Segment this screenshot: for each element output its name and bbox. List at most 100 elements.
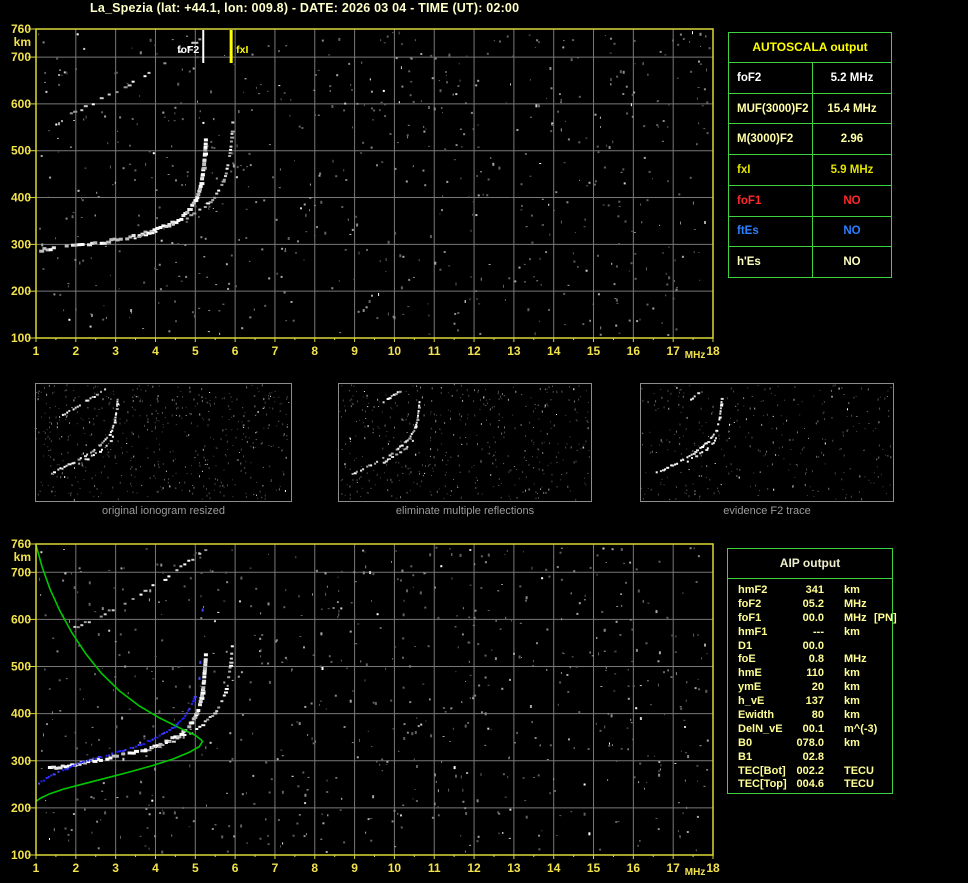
aip-row-value: 05.2	[802, 597, 824, 610]
aip-row-value: 02.8	[802, 750, 824, 763]
electron-density-profile-curve	[35, 544, 204, 802]
noise-layer	[38, 31, 711, 336]
aip-row-spacer	[824, 667, 844, 681]
aip-row-label: foF1	[738, 611, 762, 624]
aip-row-unit: TECU	[844, 778, 874, 791]
aip-row-value: ---	[813, 625, 824, 638]
svg-text:400: 400	[11, 191, 31, 205]
aip-row-label: hmE	[738, 667, 762, 680]
aip-row-note	[874, 667, 892, 681]
aip-row-spacer	[824, 737, 844, 751]
svg-text:17: 17	[666, 861, 680, 875]
autoscala-row-value: 5.9 MHz	[830, 164, 874, 177]
aip-row-unit: km	[844, 709, 860, 722]
aip-row-label: TEC[Bot]	[738, 764, 786, 777]
autoscala-row-label: foF2	[729, 63, 813, 93]
aip-row: B1 02.8	[738, 751, 892, 765]
aip-output-table: AIP output hmF2 341 km foF2 05.2 MHz foF1 00.0 M…	[727, 548, 897, 794]
aip-row: ymE 20 km	[738, 681, 892, 695]
autoscala-row-label: fxI	[729, 155, 813, 185]
aip-row-unit: km	[844, 695, 860, 708]
panel-eliminate-reflections-image	[339, 384, 590, 501]
svg-text:600: 600	[11, 97, 31, 111]
aip-row: foF2 05.2 MHz	[738, 598, 892, 612]
svg-text:13: 13	[507, 861, 521, 875]
aip-row: DelN_vE 00.1 m^(-3)	[738, 723, 892, 737]
svg-text:200: 200	[11, 284, 31, 298]
panel-evidence-f2-trace	[640, 383, 894, 502]
aip-row-label: B1	[738, 750, 753, 763]
svg-text:100: 100	[11, 331, 31, 345]
svg-text:10: 10	[388, 344, 402, 358]
bottom-ionogram-plot: 760700600500400300200100km1 2 3 4 5 6 7 8 9 10 11 1…	[11, 537, 720, 878]
svg-text:14: 14	[547, 861, 561, 875]
aip-row-label: Ewidth	[738, 709, 775, 722]
aip-row-value: 002.2	[796, 764, 824, 777]
aip-row: hmF2 341 km	[738, 584, 892, 598]
svg-text:3: 3	[112, 861, 119, 875]
autoscala-row: h'Es NO	[729, 247, 891, 278]
svg-text:foF2: foF2	[177, 44, 199, 56]
aip-row: Ewidth 80 km	[738, 709, 892, 723]
aip-row-spacer	[824, 751, 844, 765]
aip-row-unit: km	[844, 667, 860, 680]
svg-text:100: 100	[11, 848, 31, 862]
aip-row: h_vE 137 km	[738, 695, 892, 709]
svg-text:4: 4	[152, 861, 159, 875]
aip-row-note	[874, 681, 892, 695]
aip-row-unit: TECU	[844, 764, 874, 777]
aip-row-spacer	[824, 626, 844, 640]
svg-text:16: 16	[627, 344, 641, 358]
aip-row-label: h_vE	[738, 695, 765, 708]
panel-noise-layer	[36, 384, 290, 501]
svg-text:9: 9	[351, 344, 358, 358]
svg-text:500: 500	[11, 660, 31, 674]
aip-row-value: 137	[805, 695, 824, 708]
svg-text:760: 760	[11, 537, 31, 551]
aip-row-spacer	[824, 723, 844, 737]
svg-text:300: 300	[11, 237, 31, 251]
aip-row-note	[874, 751, 892, 765]
aip-row-unit: MHz	[844, 653, 867, 666]
aip-row-unit: km	[844, 584, 860, 596]
aip-row-unit: km	[844, 625, 860, 638]
svg-text:MHz: MHz	[685, 867, 706, 878]
aip-row-label: TEC[Top]	[738, 778, 787, 791]
autoscala-row-label: M(3000)F2	[729, 124, 813, 155]
svg-text:15: 15	[587, 344, 601, 358]
svg-text:1: 1	[33, 861, 40, 875]
aip-row-spacer	[824, 778, 844, 792]
svg-text:km: km	[14, 35, 31, 49]
autoscala-row-label: h'Es	[729, 247, 813, 278]
svg-text:5: 5	[192, 344, 199, 358]
autoscala-row-value: NO	[843, 256, 861, 269]
echo-trace-layer	[39, 38, 235, 253]
svg-text:16: 16	[627, 861, 641, 875]
aip-row-note	[874, 765, 892, 779]
autoscala-row-value: 2.96	[840, 133, 864, 146]
aip-row-value: 004.6	[796, 778, 824, 791]
aip-row-unit: km	[844, 736, 860, 749]
svg-text:4: 4	[152, 344, 159, 358]
aip-row-spacer	[824, 598, 844, 612]
aip-row-spacer	[824, 584, 844, 598]
autoscala-row: fxI 5.9 MHz	[729, 155, 891, 186]
aip-row: TEC[Bot] 002.2 TECU	[738, 765, 892, 779]
svg-text:9: 9	[351, 861, 358, 875]
aip-row-spacer	[824, 612, 844, 626]
panel-trace-layer	[351, 390, 421, 475]
aip-row-note	[874, 778, 892, 792]
svg-text:MHz: MHz	[685, 350, 706, 361]
svg-text:fxI: fxI	[236, 44, 248, 56]
aip-row-value: 00.0	[802, 639, 824, 652]
svg-text:8: 8	[311, 344, 318, 358]
aip-row-spacer	[824, 695, 844, 709]
svg-text:km: km	[14, 550, 31, 564]
svg-text:700: 700	[11, 565, 31, 579]
panel-original-ionogram	[35, 383, 292, 502]
svg-text:15: 15	[587, 861, 601, 875]
aip-row-note	[874, 653, 892, 667]
aip-row: D1 00.0	[738, 640, 892, 654]
aip-row-unit	[844, 751, 874, 765]
svg-text:6: 6	[232, 344, 239, 358]
